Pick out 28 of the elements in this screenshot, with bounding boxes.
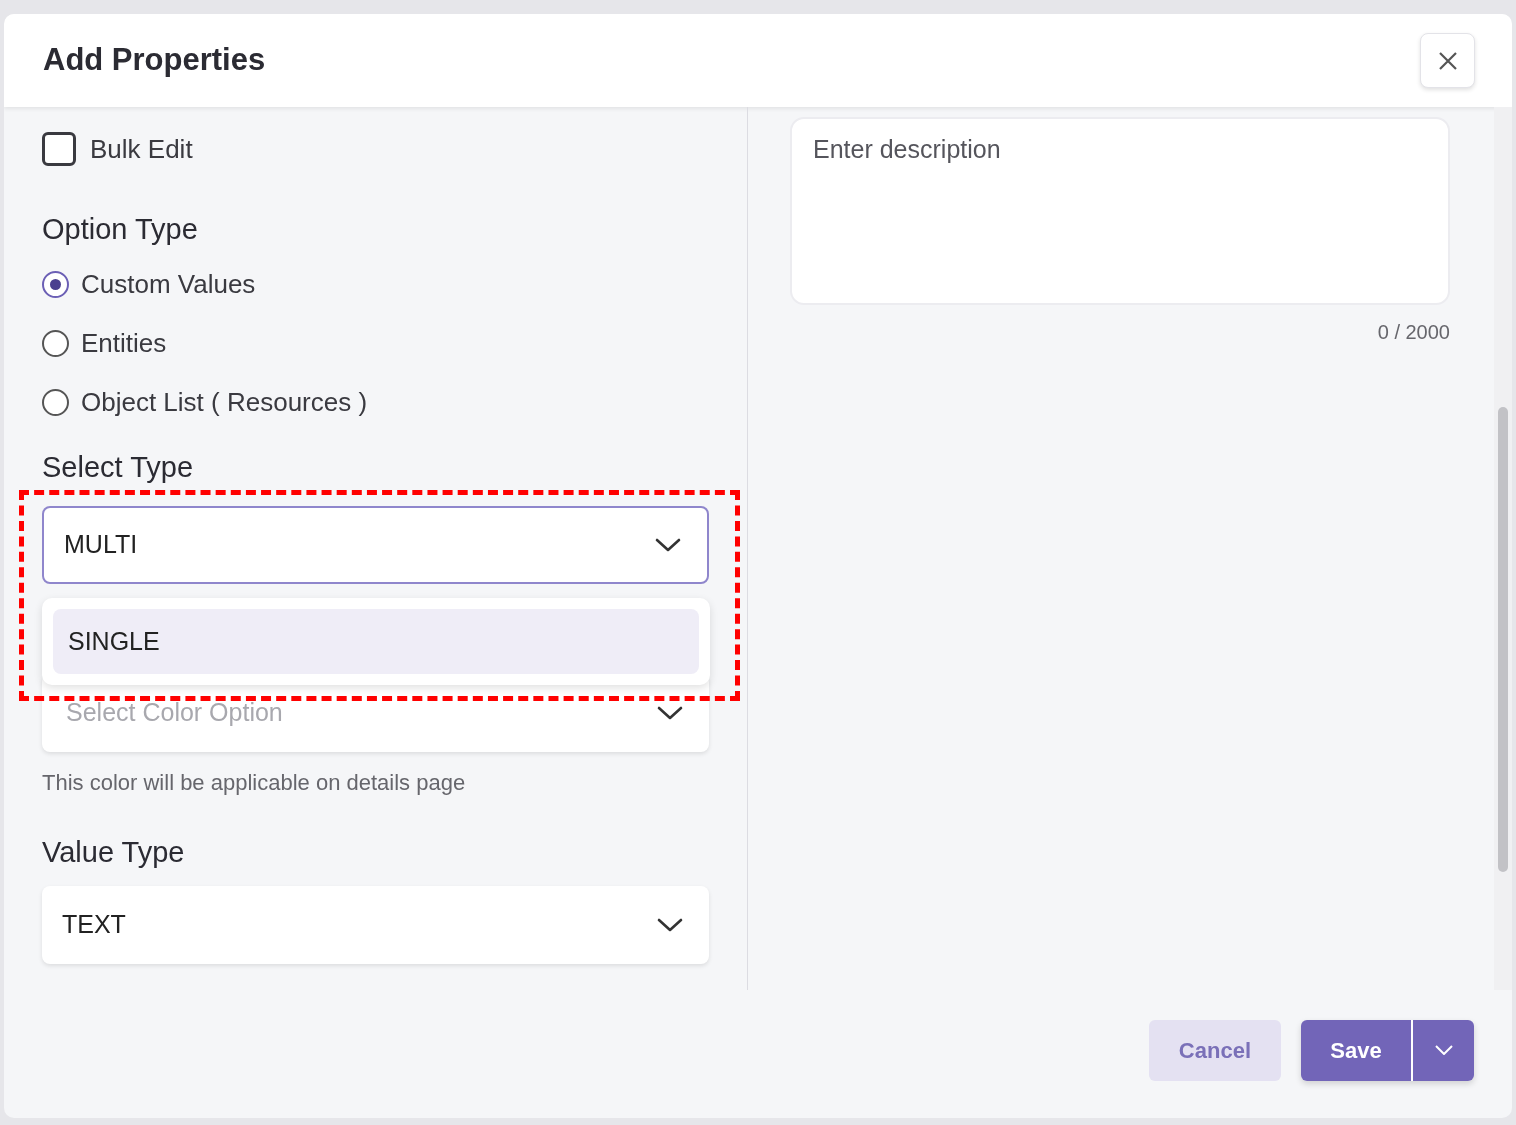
radio-option[interactable]: Custom Values: [42, 267, 709, 302]
description-field[interactable]: Enter description: [790, 117, 1450, 305]
value-type-dropdown[interactable]: TEXT: [42, 886, 709, 964]
scrollbar[interactable]: [1494, 107, 1512, 990]
close-icon: [1437, 50, 1458, 71]
close-button[interactable]: [1420, 33, 1475, 88]
radio-button[interactable]: [42, 389, 69, 416]
character-counter: 0 / 2000: [1377, 320, 1450, 345]
chevron-down-icon: [655, 537, 681, 553]
scrollbar-thumb[interactable]: [1498, 407, 1508, 872]
save-button[interactable]: Save: [1301, 1019, 1411, 1081]
chevron-down-icon: [657, 917, 683, 933]
chevron-down-icon: [657, 705, 683, 721]
save-options-button[interactable]: [1411, 1019, 1474, 1081]
section-label: Option Type: [42, 212, 199, 246]
radio-option[interactable]: Object List ( Resources ): [42, 385, 709, 420]
radio-button[interactable]: [42, 330, 69, 357]
radio-option[interactable]: Entities: [42, 326, 709, 361]
bulk-edit-checkbox[interactable]: Bulk Edit: [42, 131, 709, 167]
radio-button[interactable]: [42, 271, 69, 298]
menu-item[interactable]: SINGLE: [53, 609, 699, 674]
checkbox[interactable]: [42, 132, 76, 166]
section-label: Select Type: [42, 450, 194, 484]
helper-text: This color will be applicable on details page: [42, 769, 467, 797]
select-type-dropdown[interactable]: MULTI: [42, 506, 709, 584]
chevron-down-icon: [1434, 1045, 1453, 1055]
dialog-title: Add Properties: [43, 41, 266, 80]
section-label: Value Type: [42, 835, 186, 869]
